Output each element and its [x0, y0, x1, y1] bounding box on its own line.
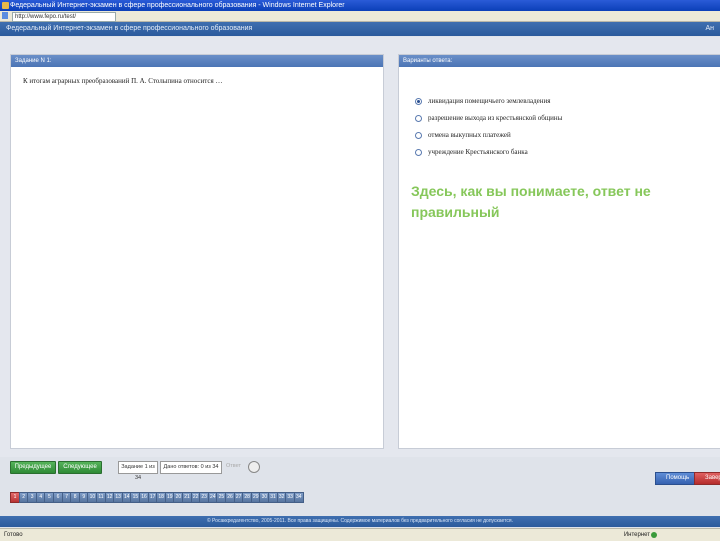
- answer-option[interactable]: разрешение выхода из крестьянской общины: [415, 114, 562, 122]
- answer-option[interactable]: отмена выкупных платежей: [415, 131, 511, 139]
- page-icon: [2, 12, 8, 19]
- radio-icon[interactable]: [415, 114, 422, 122]
- globe-icon: [651, 532, 657, 538]
- navigation-bar: Предыдущее Следующее Задание 1 из 34 Дан…: [0, 458, 720, 485]
- address-input[interactable]: http://www.fepo.ru/test/: [12, 12, 116, 22]
- answers-panel: Варианты ответа: ликвидация помещичьего …: [398, 54, 720, 449]
- zone-text: Интернет: [623, 532, 650, 538]
- question-text: К итогам аграрных преобразований П. А. С…: [23, 77, 223, 85]
- radio-selected-icon[interactable]: [415, 97, 422, 105]
- footer: © Росаккредагентство, 2005-2011. Все пра…: [0, 516, 720, 527]
- page-button[interactable]: 34: [293, 492, 304, 503]
- app-header-right: Ан: [705, 25, 714, 32]
- status-bar: Готово Интернет: [0, 528, 720, 541]
- radio-icon[interactable]: [415, 131, 422, 139]
- answer-label: учреждение Крестьянского банка: [428, 148, 528, 156]
- answer-label: разрешение выхода из крестьянской общины: [428, 114, 563, 122]
- answers-header: Варианты ответа:: [399, 55, 720, 67]
- task-panel: Задание N 1: К итогам аграрных преобразо…: [10, 54, 384, 449]
- next-button[interactable]: Следующее: [58, 461, 102, 474]
- help-button[interactable]: Помощь: [655, 472, 699, 485]
- answer-label: отмена выкупных платежей: [428, 131, 511, 139]
- annotation-text: Здесь, как вы понимаете, ответ не правил…: [411, 183, 651, 220]
- task-header: Задание N 1:: [11, 55, 383, 67]
- answer-label-grey: Ответ: [226, 463, 242, 469]
- answered-counter: Дано ответов: 0 из 34: [160, 461, 222, 474]
- app-title: Федеральный Интернет-экзамен в сфере про…: [6, 25, 253, 32]
- status-text: Готово: [4, 532, 23, 538]
- radio-icon[interactable]: [415, 148, 422, 156]
- prev-button[interactable]: Предыдущее: [10, 461, 56, 474]
- refresh-icon[interactable]: [248, 461, 260, 473]
- ie-icon: [2, 2, 9, 9]
- address-bar: http://www.fepo.ru/test/: [0, 11, 720, 22]
- answer-option[interactable]: ликвидация помещичьего землевладения: [415, 97, 550, 105]
- answer-label: ликвидация помещичьего землевладения: [428, 97, 551, 105]
- window-title-bar: Федеральный Интернет-экзамен в сфере про…: [0, 0, 720, 11]
- task-counter: Задание 1 из 34: [118, 461, 158, 481]
- work-area: Задание N 1: К итогам аграрных преобразо…: [0, 37, 720, 457]
- window-title: Федеральный Интернет-экзамен в сфере про…: [10, 2, 345, 9]
- answer-option[interactable]: учреждение Крестьянского банка: [415, 148, 528, 156]
- app-header: Федеральный Интернет-экзамен в сфере про…: [0, 22, 720, 36]
- finish-button[interactable]: Завершить: [694, 472, 720, 485]
